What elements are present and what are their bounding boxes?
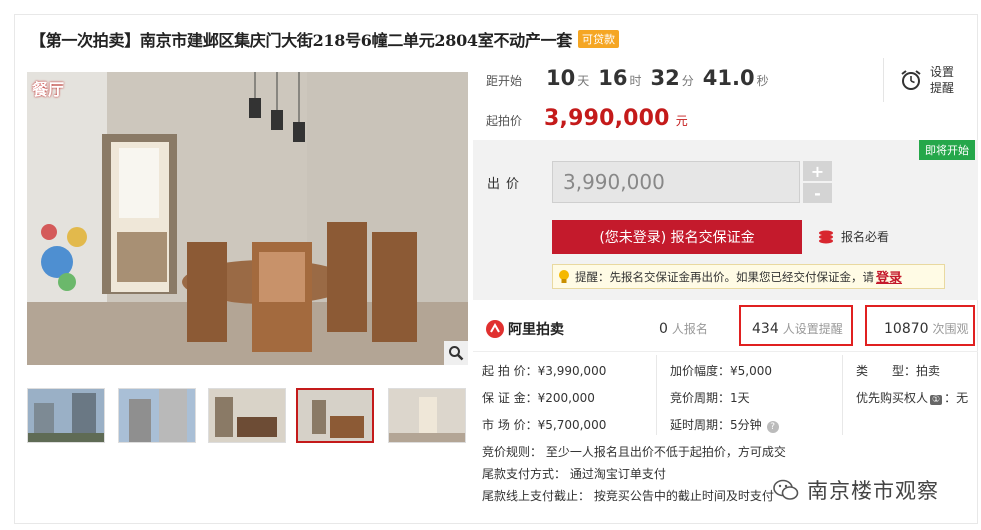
start-price-unit: 元 — [675, 114, 688, 128]
info-priority: 优先购买权人 ① ：无 — [856, 389, 968, 406]
ali-auction-logo: 阿里拍卖 — [486, 319, 564, 339]
title-row: 【第一次拍卖】南京市建邺区集庆门大街218号6幢二单元2804室不动产一套 可贷… — [30, 26, 619, 52]
info-type-value: 拍卖 — [916, 364, 941, 378]
must-read-label: 报名必看 — [841, 230, 890, 244]
hours-unit: 时 — [629, 74, 642, 88]
info-priority-value: ：无 — [944, 391, 969, 405]
thumbnail-active[interactable] — [296, 388, 374, 443]
start-price-value: 3,990,000 — [544, 106, 670, 131]
days-unit: 天 — [577, 74, 590, 88]
ali-auction-icon — [486, 320, 504, 338]
thumbnail[interactable] — [208, 388, 286, 443]
magnifier-icon — [449, 346, 464, 361]
divider — [842, 355, 843, 435]
bid-amount-input[interactable]: 3,990,000 — [552, 161, 800, 203]
bid-label: 出价 — [487, 177, 526, 192]
seconds-unit: 秒 — [756, 74, 769, 88]
thumbnail[interactable] — [27, 388, 105, 443]
signup-count-value: 0 — [659, 321, 668, 337]
info-market-price: 市 场 价：¥5,700,000 — [482, 418, 607, 432]
loan-badge: 可贷款 — [577, 30, 619, 48]
must-read-link[interactable]: 报名必看 — [818, 228, 889, 245]
bid-stepper: + - — [803, 161, 832, 203]
info-priority-badge[interactable]: ① — [930, 395, 943, 405]
info-type-key: 类 型： — [856, 364, 917, 378]
info-extension: 延时周期：5分钟? — [670, 416, 779, 433]
countdown-seconds: 41.0 — [702, 66, 755, 90]
start-price-row: 起拍价 3,990,000 元 — [486, 106, 688, 131]
divider — [656, 355, 657, 435]
watermark-text: 南京楼市观察 — [807, 479, 939, 503]
bid-panel: 即将开始 出价 3,990,000 + - (您未登录) 报名交保证金 报名必看… — [473, 140, 978, 300]
info-extension-text: 延时周期：5分钟 — [670, 418, 762, 432]
auction-title: 【第一次拍卖】南京市建邺区集庆门大街218号6幢二单元2804室不动产一套 — [30, 31, 572, 50]
countdown-days: 10 — [546, 66, 576, 90]
minutes-unit: 分 — [681, 74, 694, 88]
wechat-icon — [773, 479, 799, 500]
info-increment: 加价幅度：¥5,000 — [670, 364, 772, 378]
signup-count-label: 人报名 — [671, 322, 708, 336]
highlight-box-reminders — [739, 305, 853, 346]
bid-rule: 竞价规则： 至少一人报名且出价不低于起拍价，方可成交 — [482, 445, 786, 459]
countdown-row: 距开始 10 天 16 时 32 分 41.0 秒 — [486, 66, 772, 90]
login-link[interactable]: 登录 — [876, 267, 902, 286]
zoom-button[interactable] — [444, 341, 468, 365]
tip-text: 提醒：先报名交保证金再出价。如果您已经交付保证金，请 — [575, 269, 874, 284]
signup-deposit-button[interactable]: (您未登录) 报名交保证金 — [552, 220, 802, 254]
status-badge: 即将开始 — [919, 140, 975, 160]
watermark: 南京楼市观察 — [773, 475, 939, 505]
countdown-minutes: 32 — [650, 66, 680, 90]
help-icon[interactable]: ? — [766, 421, 779, 433]
increase-bid-button[interactable]: + — [803, 161, 832, 181]
thumbnail[interactable] — [118, 388, 196, 443]
thumbnail[interactable] — [388, 388, 466, 443]
room-label: 餐厅 — [32, 80, 65, 99]
alarm-clock-icon — [901, 70, 921, 90]
info-deposit: 保 证 金：¥200,000 — [482, 391, 595, 405]
set-reminder-label: 设置提醒 — [930, 65, 955, 95]
info-priority-key: 优先购买权人 — [856, 391, 929, 405]
decrease-bid-button[interactable]: - — [803, 183, 832, 203]
info-cycle: 竞价周期：1天 — [670, 391, 750, 405]
payment-deadline: 尾款线上支付截止： 按竞买公告中的截止时间及时支付 — [482, 489, 774, 503]
thumbnail-strip — [27, 388, 468, 444]
countdown-hours: 16 — [598, 66, 628, 90]
payment-method: 尾款支付方式： 通过淘宝订单支付 — [482, 467, 666, 481]
ali-auction-text: 阿里拍卖 — [508, 322, 564, 338]
signup-count: 0 人报名 — [659, 320, 708, 337]
lightbulb-icon — [559, 269, 569, 283]
tip-bar: 提醒：先报名交保证金再出价。如果您已经交付保证金，请 登录 — [552, 264, 945, 289]
set-reminder-button[interactable]: 设置提醒 — [883, 58, 963, 102]
start-price-label: 起拍价 — [486, 114, 523, 128]
main-photo[interactable]: 餐厅 — [27, 72, 468, 365]
countdown-label: 距开始 — [486, 74, 523, 88]
highlight-box-views — [865, 305, 975, 346]
info-start-price: 起 拍 价：¥3,990,000 — [482, 364, 607, 378]
info-type: 类 型：拍卖 — [856, 362, 940, 379]
coins-icon — [819, 230, 833, 243]
